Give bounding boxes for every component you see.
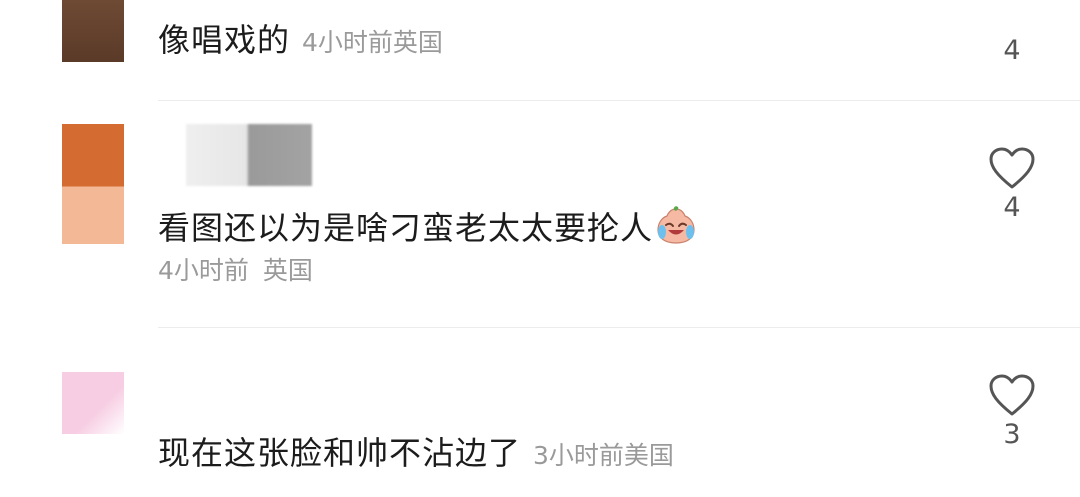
comment-text: 现在这张脸和帅不沾边了 xyxy=(158,434,522,472)
heart-outline-icon xyxy=(989,374,1035,416)
comment-text: 像唱戏的 xyxy=(158,21,291,59)
avatar[interactable] xyxy=(62,0,124,62)
like-count: 4 xyxy=(1003,192,1021,223)
comment-meta-row: 4小时前 英国 xyxy=(158,251,313,291)
like-count: 3 xyxy=(1003,419,1021,450)
comment-text-row: 现在这张脸和帅不沾边了 3小时前美国 xyxy=(158,433,674,479)
comment-time: 4小时前 xyxy=(302,28,393,57)
like-button[interactable]: 4 xyxy=(982,145,1042,225)
comment-item: 像唱戏的 4小时前英国 4 xyxy=(0,0,1080,100)
comment-list: 像唱戏的 4小时前英国 4 看图还以为是啥刁蛮老太太要抡人 4小时前 英国 4 … xyxy=(0,0,1080,497)
comment-time: 4小时前 xyxy=(158,256,249,285)
comment-item: 看图还以为是啥刁蛮老太太要抡人 4小时前 英国 4 xyxy=(0,101,1080,327)
comment-time: 3小时前 xyxy=(533,441,624,470)
crying-laughing-peach-emoji xyxy=(657,206,695,244)
comment-location: 英国 xyxy=(262,256,313,285)
like-button[interactable]: 3 xyxy=(982,372,1042,452)
comment-text: 看图还以为是啥刁蛮老太太要抡人 xyxy=(158,209,654,247)
avatar[interactable] xyxy=(62,372,124,434)
comment-location: 英国 xyxy=(392,28,443,57)
heart-outline-icon xyxy=(989,147,1035,189)
like-button[interactable]: 4 xyxy=(982,0,1042,68)
username-redacted[interactable] xyxy=(186,124,312,186)
comment-location: 美国 xyxy=(623,441,674,470)
comment-text-row: 像唱戏的 4小时前英国 xyxy=(158,20,443,66)
comment-item: 现在这张脸和帅不沾边了 3小时前美国 3 xyxy=(0,328,1080,497)
like-count: 4 xyxy=(1003,35,1021,66)
avatar[interactable] xyxy=(62,124,124,244)
comment-text-row: 看图还以为是啥刁蛮老太太要抡人 xyxy=(158,205,697,254)
